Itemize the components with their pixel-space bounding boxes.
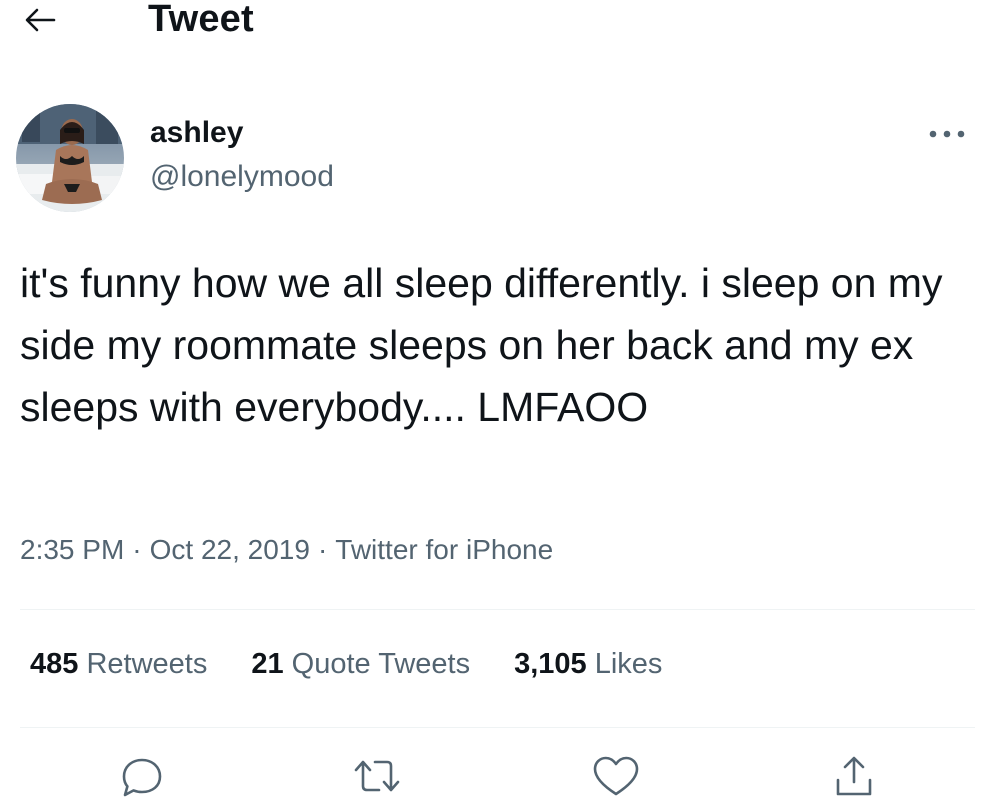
quote-tweets-label: Quote Tweets	[291, 648, 471, 680]
tweet-stats: 485 Retweets 21 Quote Tweets 3,105 Likes	[30, 648, 706, 681]
retweets-stat[interactable]: 485 Retweets	[30, 648, 207, 681]
share-button[interactable]	[824, 750, 884, 800]
tweet-text: it's funny how we all sleep differently.…	[20, 260, 943, 430]
meta-separator: ·	[317, 534, 328, 565]
retweet-icon	[354, 760, 400, 792]
more-horizontal-icon	[929, 130, 965, 138]
like-icon	[593, 756, 639, 796]
display-name[interactable]: ashley	[150, 116, 243, 150]
avatar[interactable]	[16, 104, 124, 212]
likes-stat[interactable]: 3,105 Likes	[514, 648, 662, 681]
profile-photo	[16, 104, 124, 212]
page-title: Tweet	[148, 0, 254, 40]
tweet-header: Tweet	[0, 0, 1000, 42]
likes-label: Likes	[594, 648, 663, 680]
retweet-button[interactable]	[347, 750, 407, 800]
like-button[interactable]	[586, 750, 646, 800]
quote-tweets-count: 21	[251, 648, 284, 680]
divider	[20, 609, 975, 610]
tweet-date[interactable]: Oct 22, 2019	[150, 534, 310, 565]
reply-button[interactable]	[112, 750, 172, 800]
more-options-button[interactable]	[918, 114, 976, 154]
reply-icon	[122, 758, 162, 797]
share-icon	[836, 756, 872, 796]
tweet-source[interactable]: Twitter for iPhone	[335, 534, 553, 565]
user-handle[interactable]: @lonelymood	[150, 160, 334, 194]
tweet-time[interactable]: 2:35 PM	[20, 534, 124, 565]
arrow-left-icon	[25, 8, 56, 32]
back-button[interactable]	[22, 4, 58, 36]
divider	[20, 727, 975, 728]
retweets-count: 485	[30, 648, 79, 680]
tweet-metadata: 2:35 PM · Oct 22, 2019 · Twitter for iPhone	[20, 534, 553, 566]
retweets-label: Retweets	[86, 648, 208, 680]
meta-separator: ·	[132, 534, 142, 565]
quote-tweets-stat[interactable]: 21 Quote Tweets	[251, 648, 470, 681]
likes-count: 3,105	[514, 648, 587, 680]
